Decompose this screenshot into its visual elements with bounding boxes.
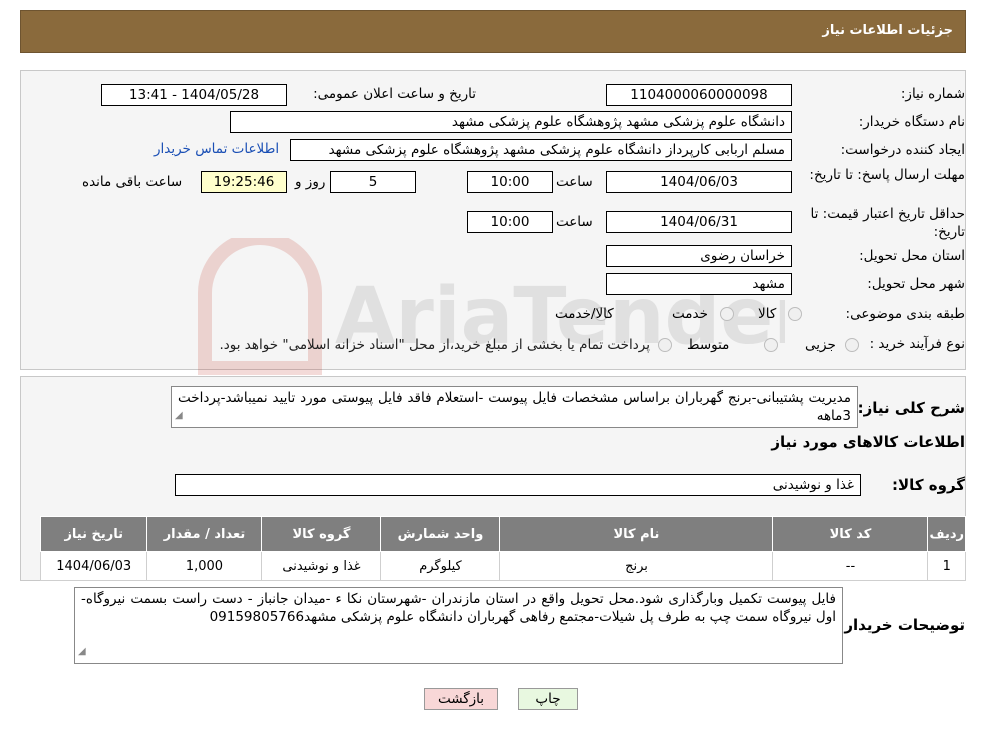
province-label: استان محل تحویل: (859, 248, 965, 264)
category-label: طبقه بندی موضوعی: (845, 306, 965, 322)
col-code: کد کالا (772, 516, 929, 552)
print-button[interactable]: چاپ (518, 688, 578, 710)
col-qty: تعداد / مقدار (146, 516, 263, 552)
process-medium-label: متوسط (687, 337, 730, 353)
col-name: نام کالا (499, 516, 774, 552)
description-label: شرح کلی نیاز: (857, 399, 965, 417)
cell-row: 1 (927, 551, 966, 581)
remaining-label: ساعت باقی مانده (82, 174, 183, 190)
price-valid-time-field[interactable]: 10:00 (467, 211, 553, 233)
cell-date: 1404/06/03 (39, 551, 148, 581)
city-field[interactable]: مشهد (606, 273, 792, 295)
deadline-date-field[interactable]: 1404/06/03 (606, 171, 792, 193)
page-title: جزئیات اطلاعات نیاز (822, 23, 953, 38)
category-goods-label: کالا (758, 306, 777, 322)
cell-unit: کیلوگرم (380, 551, 501, 581)
province-field[interactable]: خراسان رضوی (606, 245, 792, 267)
price-valid-time-label: ساعت (556, 214, 593, 230)
price-valid-label: حداقل تاریخ اعتبار قیمت: تا تاریخ: (810, 206, 965, 240)
cell-qty: 1,000 (146, 551, 263, 581)
col-row: ردیف (927, 516, 966, 552)
col-date: تاریخ نیاز (39, 516, 148, 552)
remaining-time-field[interactable]: 19:25:46 (201, 171, 287, 193)
col-unit: واحد شمارش (380, 516, 501, 552)
creator-field[interactable]: مسلم اربابی کارپرداز دانشگاه علوم پزشکی … (290, 139, 792, 161)
cell-group: غذا و نوشیدنی (261, 551, 382, 581)
need-number-field[interactable]: 1104000060000098 (606, 84, 792, 106)
category-radio-goods[interactable] (788, 307, 802, 321)
buyer-notes-field[interactable]: فایل پیوست تکمیل وبارگذاری شود.محل تحویل… (74, 587, 843, 664)
category-both-label: کالا/خدمت (555, 306, 614, 322)
goods-group-label: گروه کالا: (892, 476, 965, 494)
cell-name: برنج (499, 551, 774, 581)
items-table: ردیف کد کالا نام کالا واحد شمارش گروه کا… (39, 516, 966, 581)
buyer-org-field[interactable]: دانشگاه علوم پزشکی مشهد پژوهشگاه علوم پز… (230, 111, 792, 133)
process-radio-minor[interactable] (845, 338, 859, 352)
description-field[interactable]: مدیریت پشتیبانی-برنج گهرباران براساس مشخ… (171, 386, 858, 428)
process-minor-label: جزیی (805, 337, 836, 353)
deadline-label: مهلت ارسال پاسخ: تا تاریخ: (809, 167, 965, 183)
goods-section-title: اطلاعات کالاهای مورد نیاز (771, 433, 965, 451)
price-valid-date-field[interactable]: 1404/06/31 (606, 211, 792, 233)
announce-field[interactable]: 1404/05/28 - 13:41 (101, 84, 287, 106)
description-text: مدیریت پشتیبانی-برنج گهرباران براساس مشخ… (178, 390, 851, 424)
items-table-header: ردیف کد کالا نام کالا واحد شمارش گروه کا… (39, 516, 966, 552)
process-radio-treasury[interactable] (658, 338, 672, 352)
resize-grip-icon[interactable]: ◢ (78, 643, 86, 661)
deadline-time-label: ساعت (556, 174, 593, 190)
page-header: جزئیات اطلاعات نیاز (20, 10, 966, 53)
buyer-org-label: نام دستگاه خریدار: (858, 114, 965, 130)
days-label: روز و (295, 174, 326, 190)
cell-code: -- (772, 551, 929, 581)
process-note: پرداخت تمام یا بخشی از مبلغ خرید،از محل … (219, 337, 650, 353)
creator-label: ایجاد کننده درخواست: (840, 142, 965, 158)
table-row[interactable]: 1 -- برنج کیلوگرم غذا و نوشیدنی 1,000 14… (39, 551, 966, 581)
city-label: شهر محل تحویل: (867, 276, 965, 292)
col-group: گروه کالا (261, 516, 382, 552)
process-radio-medium[interactable] (764, 338, 778, 352)
process-label: نوع فرآیند خرید : (869, 336, 965, 352)
need-number-label: شماره نیاز: (900, 86, 965, 102)
resize-grip-icon[interactable]: ◢ (175, 407, 183, 425)
buyer-notes-label: توضیحات خریدار: (838, 616, 965, 634)
back-button[interactable]: بازگشت (424, 688, 498, 710)
deadline-time-field[interactable]: 10:00 (467, 171, 553, 193)
category-service-label: خدمت (672, 306, 708, 322)
buyer-notes-text: فایل پیوست تکمیل وبارگذاری شود.محل تحویل… (81, 591, 836, 625)
category-radio-service[interactable] (720, 307, 734, 321)
announce-label: تاریخ و ساعت اعلان عمومی: (313, 86, 476, 102)
days-field[interactable]: 5 (330, 171, 416, 193)
goods-group-field[interactable]: غذا و نوشیدنی (175, 474, 861, 496)
buyer-contact-link[interactable]: اطلاعات تماس خریدار (154, 141, 279, 157)
